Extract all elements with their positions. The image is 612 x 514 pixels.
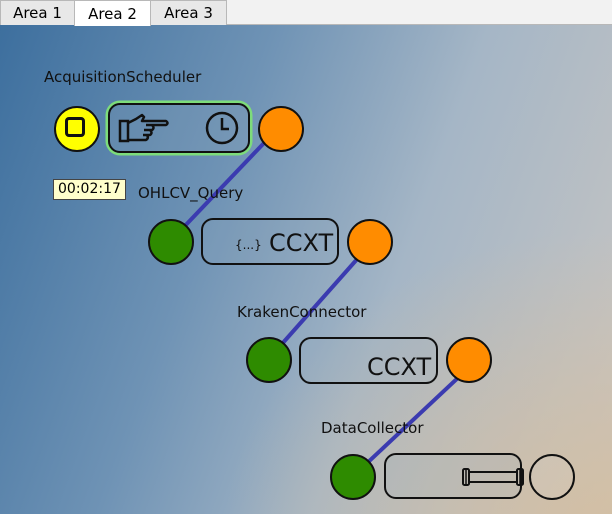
output-port-ohlcv-query[interactable] [347, 219, 393, 265]
input-port-ohlcv-query[interactable] [148, 219, 194, 265]
connection-wires [179, 141, 463, 467]
tab-bar: Area 1 Area 2 Area 3 [0, 0, 612, 26]
output-port-kraken-connector[interactable] [446, 337, 492, 383]
node-title-kraken-connector: KrakenConnector [237, 303, 367, 321]
clock-icon [205, 111, 239, 145]
node-ohlcv-query[interactable]: {...} CCXT [201, 218, 339, 265]
node-title-acquisition-scheduler: AcquisitionScheduler [44, 68, 202, 86]
pointing-hand-icon [118, 113, 169, 143]
tab-area-2[interactable]: Area 2 [74, 0, 151, 26]
code-brace-icon: {...} [235, 238, 262, 252]
pipe-icon [462, 468, 524, 486]
stop-icon [65, 117, 85, 137]
stop-button[interactable] [54, 106, 100, 152]
node-data-collector[interactable] [384, 453, 524, 499]
input-port-data-collector[interactable] [330, 454, 376, 500]
output-port-data-collector[interactable] [529, 454, 575, 500]
execution-timer: 00:02:17 [53, 179, 126, 200]
node-text-ccxt: CCXT [367, 353, 432, 381]
input-port-kraken-connector[interactable] [246, 337, 292, 383]
node-title-ohlcv-query: OHLCV_Query [138, 184, 244, 202]
node-acquisition-scheduler[interactable] [108, 103, 250, 153]
wire-query-to-connector [279, 255, 361, 347]
node-kraken-connector[interactable]: CCXT [299, 337, 438, 384]
output-port-acquisition-scheduler[interactable] [258, 106, 304, 152]
node-title-data-collector: DataCollector [321, 419, 424, 437]
tab-area-3[interactable]: Area 3 [150, 0, 227, 25]
tab-area-1[interactable]: Area 1 [0, 0, 75, 25]
node-text-ccxt: CCXT [269, 229, 334, 257]
workflow-canvas[interactable]: AcquisitionScheduler OHLCV_Query {...} C… [0, 25, 612, 514]
